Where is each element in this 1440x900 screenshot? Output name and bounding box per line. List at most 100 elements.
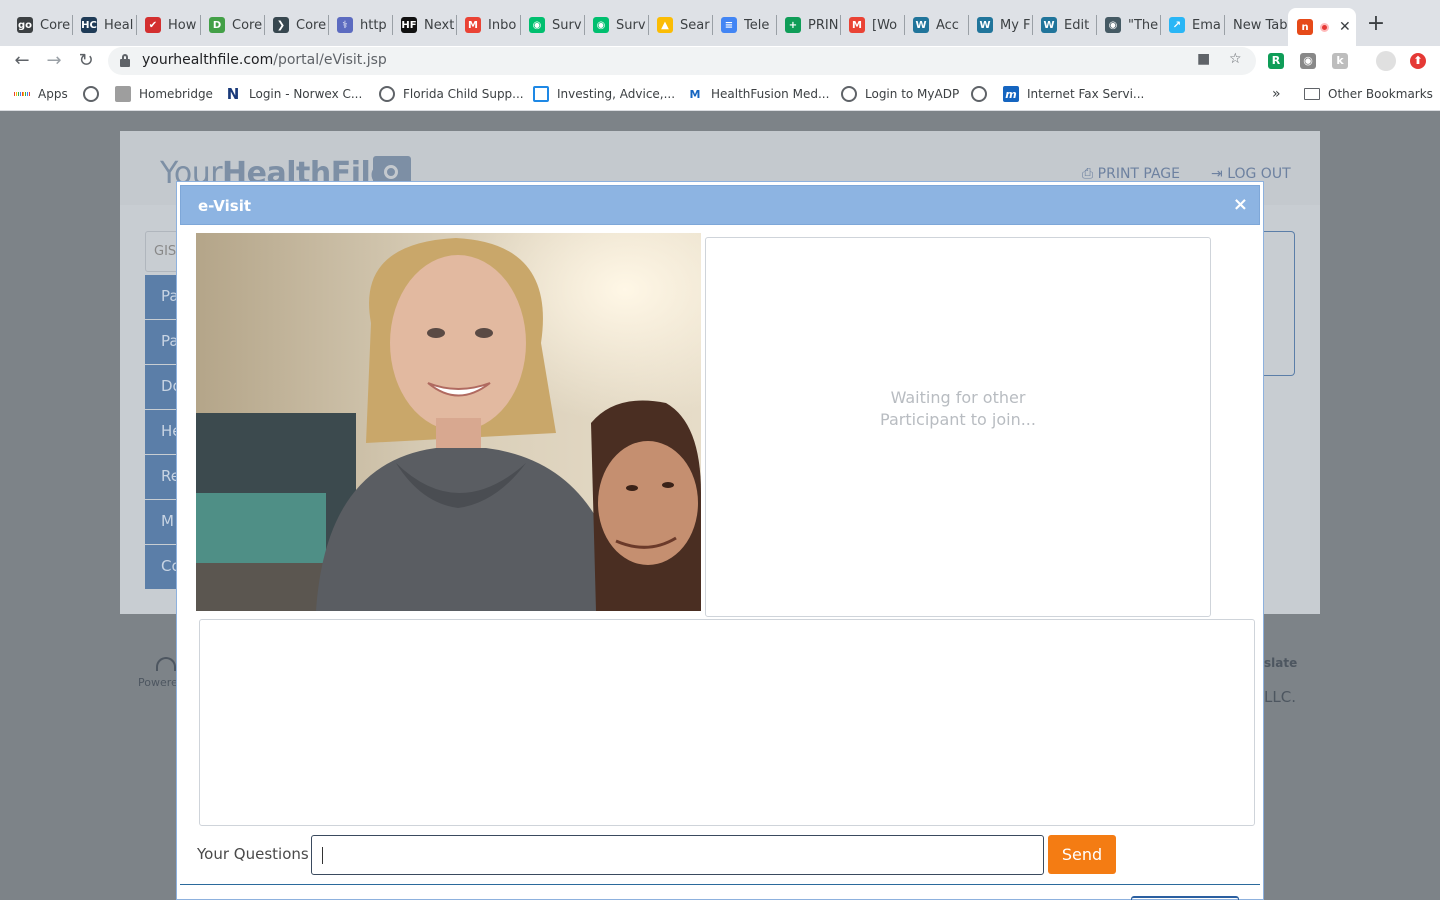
tab-label: How	[168, 17, 197, 33]
tab-label: PRIN	[808, 17, 839, 33]
tab-favicon-icon: ◉	[1105, 17, 1121, 33]
extension-icon[interactable]	[1376, 51, 1396, 71]
extension-icon[interactable]: ⬆	[1410, 53, 1426, 69]
other-bookmarks-label: Other Bookmarks	[1328, 87, 1433, 101]
lock-icon	[120, 54, 130, 67]
folder-icon	[1304, 88, 1320, 100]
browser-tab[interactable]: ≡ Tele	[712, 8, 776, 42]
tab-label: Sear	[680, 17, 710, 33]
chat-log[interactable]	[199, 619, 1255, 826]
browser-tab[interactable]: ❯ Core	[264, 8, 328, 42]
bookmark-globe[interactable]	[83, 85, 107, 103]
back-arrow-icon[interactable]: ←	[10, 49, 34, 73]
tab-favicon-icon: ≡	[721, 17, 737, 33]
browser-tab[interactable]: HC Heal	[72, 8, 136, 42]
browser-tab[interactable]: ✔ How	[136, 8, 200, 42]
bookmark-healthfusion[interactable]: M HealthFusion Med...	[687, 85, 830, 103]
tab-label: My F	[1000, 17, 1031, 33]
investing-icon	[533, 86, 549, 102]
globe-icon	[971, 86, 987, 102]
send-button[interactable]: Send	[1048, 835, 1116, 874]
close-icon[interactable]: ×	[1233, 195, 1248, 215]
bookmark-label: Internet Fax Servi...	[1027, 87, 1145, 101]
bookmark-florida-child[interactable]: Florida Child Supp...	[379, 85, 524, 103]
address-bar[interactable]: yourhealthfile.com/portal/eVisit.jsp ■ ☆	[108, 47, 1256, 75]
browser-tab[interactable]: W My F	[968, 8, 1032, 42]
waiting-message: Waiting for other Participant to join...	[706, 387, 1210, 431]
homebridge-icon	[115, 86, 131, 102]
tab-favicon-icon: ❯	[273, 17, 289, 33]
extension-icon[interactable]: ◉	[1300, 53, 1316, 69]
forward-arrow-icon[interactable]: →	[42, 49, 66, 73]
bookmark-investing[interactable]: Investing, Advice,...	[533, 85, 675, 103]
tab-label: Acc	[936, 17, 959, 33]
globe-icon	[841, 86, 857, 102]
new-tab-plus-icon[interactable]: +	[1366, 12, 1386, 36]
tab-favicon-icon: ↗	[1169, 17, 1185, 33]
bookmark-label: Login - Norwex C...	[249, 87, 363, 101]
tab-favicon-icon: ◉	[593, 17, 609, 33]
camera-icon[interactable]: ■	[1197, 51, 1210, 67]
bookmark-globe-2[interactable]	[971, 85, 995, 103]
address-url: yourhealthfile.com/portal/eVisit.jsp	[142, 52, 387, 68]
globe-icon	[379, 86, 395, 102]
browser-tab[interactable]: ◉ Surv	[584, 8, 648, 42]
tab-favicon-icon: ⚕	[337, 17, 353, 33]
modal-footer-button[interactable]	[1131, 896, 1239, 900]
bookmark-myadp[interactable]: Login to MyADP	[841, 85, 959, 103]
browser-tab[interactable]: D Core	[200, 8, 264, 42]
copyright-text: LLC.	[1264, 688, 1296, 706]
tab-favicon-icon: +	[785, 17, 801, 33]
tab-favicon-icon: ✔	[145, 17, 161, 33]
browser-tab[interactable]: W Edit	[1032, 8, 1096, 42]
extension-icon[interactable]: k	[1332, 53, 1348, 69]
bookmark-homebridge[interactable]: Homebridge	[115, 85, 213, 103]
browser-tab[interactable]: New Tab	[1224, 8, 1288, 42]
tab-favicon-icon: ▲	[657, 17, 673, 33]
bookmark-label: Florida Child Supp...	[403, 87, 524, 101]
tab-label: Next	[424, 17, 455, 33]
bookmark-norwex[interactable]: N Login - Norwex C...	[225, 85, 363, 103]
print-page-link[interactable]: ⎙ PRINT PAGE	[1082, 166, 1180, 182]
speedometer-icon	[156, 657, 176, 671]
tab-favicon-icon: M	[465, 17, 481, 33]
globe-icon	[83, 86, 99, 102]
browser-tab[interactable]: W Acc	[904, 8, 968, 42]
browser-tab[interactable]: ⚕ http	[328, 8, 392, 42]
tab-label: Core	[296, 17, 327, 33]
log-out-link[interactable]: ⇥ LOG OUT	[1211, 166, 1291, 182]
browser-tab[interactable]: go Core	[8, 8, 72, 42]
browser-tab[interactable]: ▲ Sear	[648, 8, 712, 42]
tab-label: New Tab	[1233, 17, 1288, 33]
modal-header: e-Visit ×	[180, 185, 1260, 225]
questions-input[interactable]	[311, 835, 1044, 875]
browser-tab[interactable]: M Inbo	[456, 8, 520, 42]
tab-favicon-icon: W	[1041, 17, 1057, 33]
reload-icon[interactable]: ↻	[74, 49, 98, 73]
bookmark-apps[interactable]: Apps	[14, 85, 68, 103]
norwex-icon: N	[226, 85, 240, 103]
other-bookmarks[interactable]: Other Bookmarks	[1304, 85, 1433, 103]
tab-favicon-icon: W	[913, 17, 929, 33]
browser-tab[interactable]: ◉ Surv	[520, 8, 584, 42]
browser-tab[interactable]: + PRIN	[776, 8, 840, 42]
waiting-line-2: Participant to join...	[880, 410, 1036, 429]
address-domain: yourhealthfile.com	[142, 52, 274, 68]
tab-favicon-icon: HC	[81, 17, 97, 33]
browser-tab[interactable]: n ✕	[1288, 8, 1356, 46]
browser-tab[interactable]: ↗ Ema	[1160, 8, 1224, 42]
bookmark-internet-fax[interactable]: m Internet Fax Servi...	[1003, 85, 1144, 103]
browser-tab[interactable]: HF Next	[392, 8, 456, 42]
star-icon[interactable]: ☆	[1229, 51, 1242, 67]
browser-tab[interactable]: M [Wo	[840, 8, 904, 42]
translate-link[interactable]: slate	[1264, 656, 1297, 670]
browser-tab[interactable]: ◉ "The	[1096, 8, 1160, 42]
questions-label: Your Questions	[197, 845, 309, 863]
bookmark-label: Investing, Advice,...	[557, 87, 676, 101]
tab-label: Tele	[744, 17, 770, 33]
tab-close-icon[interactable]: ✕	[1339, 19, 1351, 35]
tab-label: Inbo	[488, 17, 517, 33]
extension-icon[interactable]: R	[1268, 53, 1284, 69]
bookmarks-overflow-button[interactable]: »	[1272, 85, 1281, 103]
modal-title: e-Visit	[198, 197, 252, 215]
